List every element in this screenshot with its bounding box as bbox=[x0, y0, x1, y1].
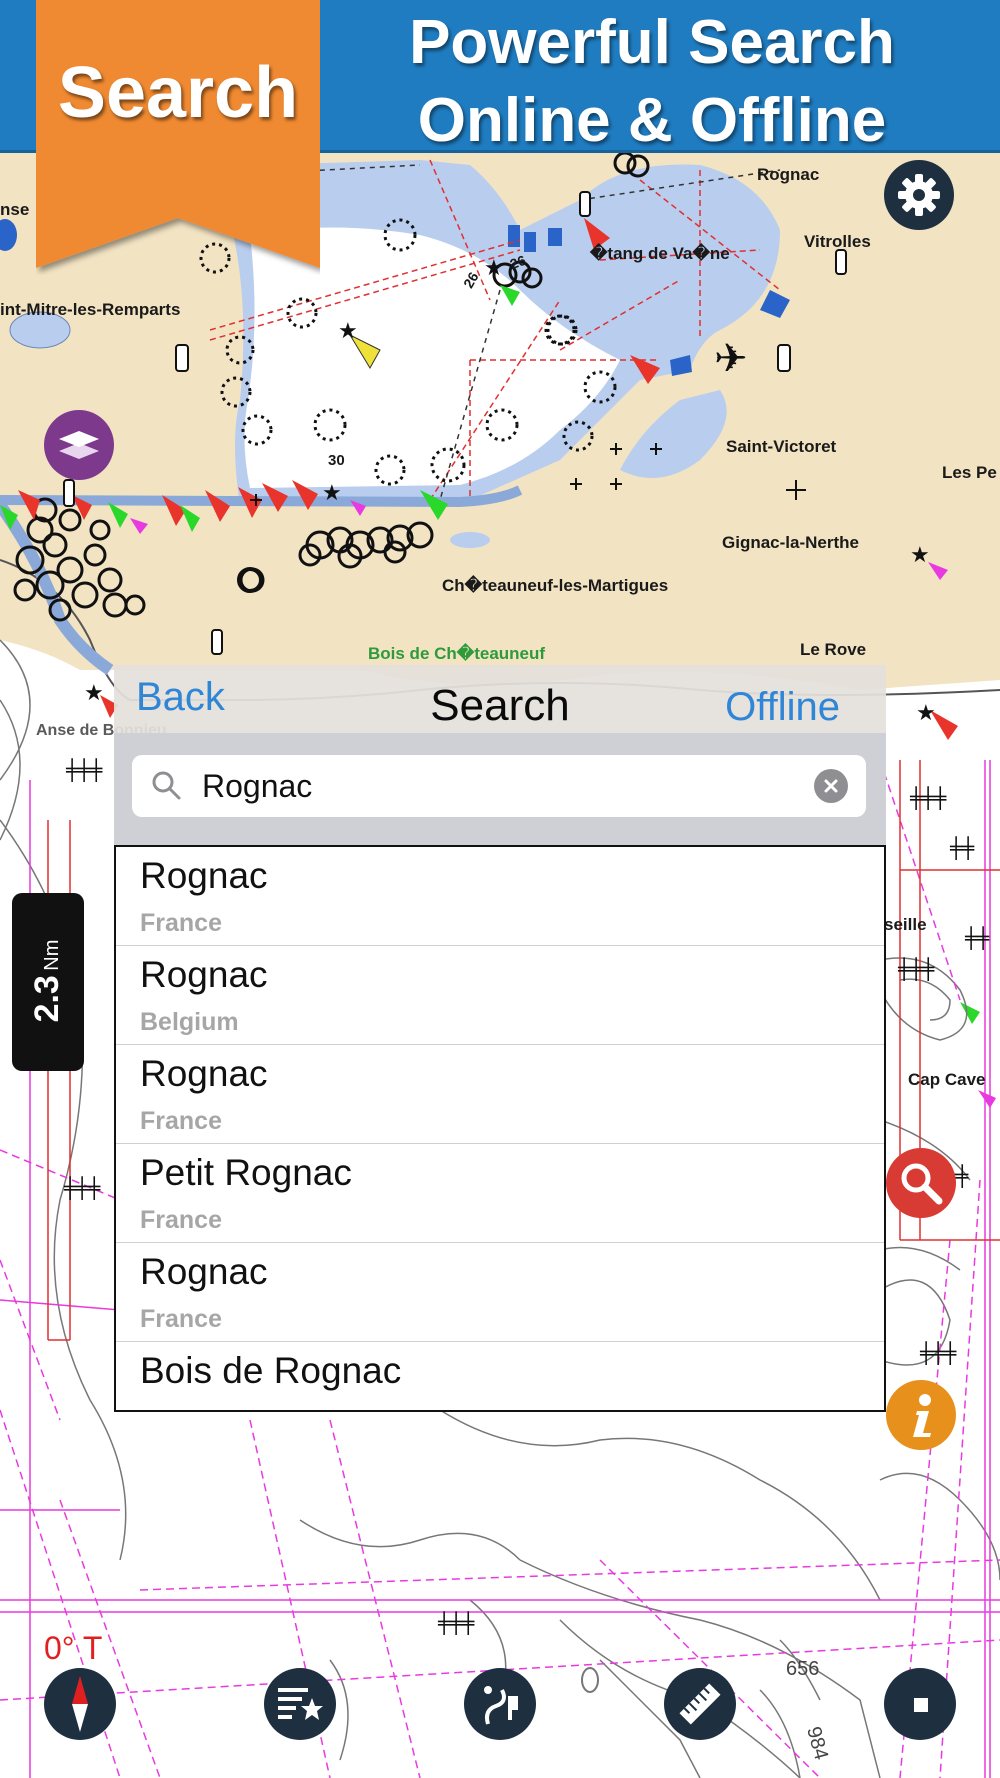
result-country: France bbox=[140, 1107, 222, 1135]
result-name: Rognac bbox=[140, 1251, 268, 1292]
map-label-etang: �tang de Va�ne bbox=[590, 244, 730, 263]
map-label-le-rove: Le Rove bbox=[800, 640, 867, 659]
magnifier-icon bbox=[901, 1163, 943, 1205]
ruler-icon bbox=[679, 1683, 721, 1725]
svg-text:╪╪╪: ╪╪╪ bbox=[909, 786, 947, 810]
stop-icon bbox=[914, 1698, 928, 1712]
search-button[interactable] bbox=[886, 1148, 956, 1218]
result-name: Rognac bbox=[140, 1053, 268, 1094]
map-label-bois-chateauneuf: Bois de Ch�teauneuf bbox=[368, 644, 546, 663]
ruler-button[interactable] bbox=[664, 1668, 736, 1740]
map-label-seille: seille bbox=[884, 915, 927, 934]
search-result-item[interactable]: Rognac France bbox=[116, 847, 884, 946]
svg-text:★: ★ bbox=[338, 319, 358, 344]
search-result-item[interactable]: Rognac France bbox=[116, 1243, 884, 1342]
map-label-cap: Cap Cave bbox=[908, 1070, 986, 1089]
map-label-nse: nse bbox=[0, 200, 30, 219]
svg-text:★: ★ bbox=[910, 543, 930, 568]
search-result-item[interactable]: Rognac France bbox=[116, 1045, 884, 1144]
svg-text:★: ★ bbox=[84, 681, 104, 706]
map-label-chateauneuf: Ch�teauneuf-les-Martigues bbox=[442, 576, 669, 595]
search-result-item[interactable]: Rognac Belgium bbox=[116, 946, 884, 1045]
search-results-list: Rognac France Rognac Belgium Rognac Fran… bbox=[114, 845, 886, 1412]
search-icon bbox=[152, 771, 181, 800]
search-panel: Back Search Offline Rognac France Rognac… bbox=[114, 665, 886, 1412]
route-button[interactable] bbox=[464, 1668, 536, 1740]
search-input[interactable] bbox=[202, 765, 782, 807]
close-icon bbox=[824, 779, 838, 793]
layers-icon bbox=[59, 431, 99, 459]
svg-text:╪╪: ╪╪ bbox=[949, 836, 975, 860]
map-depth-656: 656 bbox=[786, 1658, 820, 1680]
info-icon bbox=[913, 1394, 931, 1437]
svg-text:★: ★ bbox=[322, 481, 342, 506]
compass-icon bbox=[72, 1676, 88, 1732]
result-name: Rognac bbox=[140, 954, 268, 995]
search-field[interactable] bbox=[132, 755, 866, 817]
clear-search-button[interactable] bbox=[814, 769, 848, 803]
result-name: Bois de Rognac bbox=[140, 1350, 402, 1391]
banner-title-line-2: Online & Offline bbox=[417, 86, 887, 155]
svg-text:╪╪╪: ╪╪╪ bbox=[65, 758, 103, 782]
search-result-item[interactable]: Petit Rognac France bbox=[116, 1144, 884, 1243]
gear-icon bbox=[898, 174, 940, 216]
svg-text:╪╪╪: ╪╪╪ bbox=[63, 1176, 101, 1200]
result-country: France bbox=[140, 909, 222, 937]
route-icon bbox=[484, 1686, 518, 1725]
compass-button[interactable] bbox=[44, 1668, 116, 1740]
svg-text:╪╪: ╪╪ bbox=[964, 926, 990, 950]
stop-button[interactable] bbox=[884, 1668, 956, 1740]
scale-unit: Nm bbox=[41, 939, 63, 971]
svg-text:╪╪╪: ╪╪╪ bbox=[897, 957, 935, 981]
search-nav-bar: Back Search Offline bbox=[114, 665, 886, 733]
svg-text:╪╪╪: ╪╪╪ bbox=[437, 1611, 475, 1635]
ribbon-label: Search bbox=[57, 53, 299, 133]
result-name: Petit Rognac bbox=[140, 1152, 352, 1193]
banner-title-line-1: Powerful Search bbox=[409, 8, 895, 77]
heading-readout: 0° T bbox=[44, 1630, 103, 1666]
map-label-gignac: Gignac-la-Nerthe bbox=[722, 533, 859, 552]
info-button[interactable] bbox=[886, 1380, 956, 1450]
result-name: Rognac bbox=[140, 855, 268, 896]
result-country: Belgium bbox=[140, 1008, 239, 1036]
result-country: France bbox=[140, 1206, 222, 1234]
search-ribbon bbox=[36, 0, 320, 268]
favorites-list-icon bbox=[278, 1688, 323, 1720]
scale-value: 2.3 bbox=[28, 975, 66, 1023]
settings-button[interactable] bbox=[884, 160, 954, 230]
result-country: France bbox=[140, 1305, 222, 1333]
favorites-list-button[interactable] bbox=[264, 1668, 336, 1740]
map-label-saint-victoret: Saint-Victoret bbox=[726, 437, 837, 456]
svg-text:✈: ✈ bbox=[714, 336, 748, 382]
search-result-item[interactable]: Bois de Rognac bbox=[116, 1342, 884, 1410]
map-depth-30: 30 bbox=[328, 452, 345, 469]
layers-button[interactable] bbox=[44, 410, 114, 480]
map-label-rognac: Rognac bbox=[757, 165, 820, 184]
map-label-les-pe: Les Pe bbox=[942, 463, 997, 482]
svg-text:★: ★ bbox=[916, 701, 936, 726]
map-label-vitrolles: Vitrolles bbox=[804, 232, 871, 251]
scale-indicator: 2.3 Nm bbox=[12, 893, 84, 1071]
map-label-saint-mitre: int-Mitre-les-Remparts bbox=[0, 300, 181, 319]
banner-title: Powerful Search Online & Offline bbox=[332, 4, 972, 160]
svg-text:╪╪╪: ╪╪╪ bbox=[919, 1341, 957, 1365]
offline-button[interactable]: Offline bbox=[725, 685, 840, 730]
svg-text:★: ★ bbox=[484, 256, 504, 281]
